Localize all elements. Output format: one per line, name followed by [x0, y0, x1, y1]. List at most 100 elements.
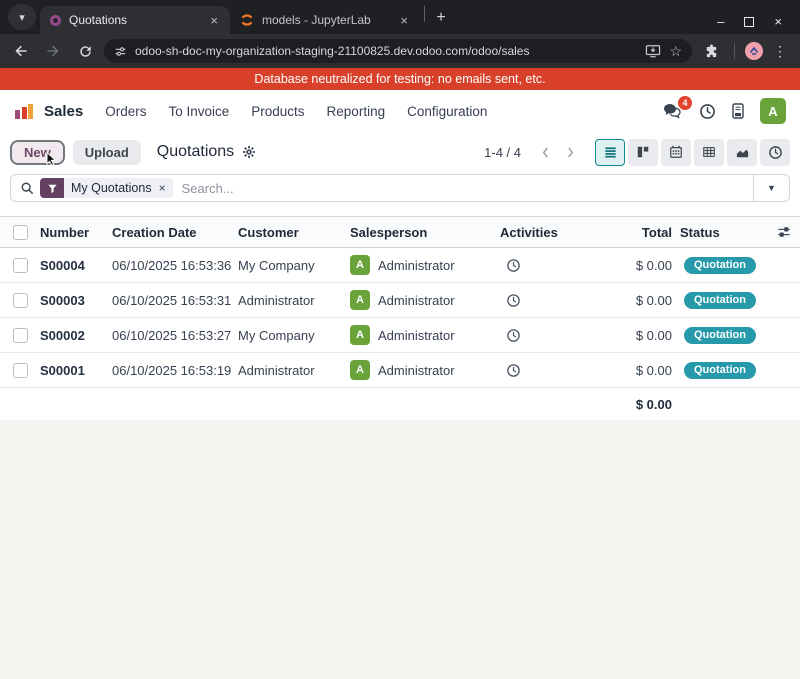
bookmark-star-button[interactable]: ☆ — [669, 43, 682, 60]
column-header-total[interactable]: Total — [572, 225, 672, 240]
facet-label: My Quotations — [71, 181, 152, 195]
cell-customer: Administrator — [238, 363, 350, 378]
clock-icon — [699, 103, 716, 120]
discuss-button[interactable]: 4 — [661, 102, 683, 120]
activities-button[interactable] — [699, 103, 716, 120]
facet-body: My Quotations × — [64, 178, 173, 198]
neutralized-banner[interactable]: Database neutralized for testing: no ema… — [0, 68, 800, 90]
cell-customer: My Company — [238, 328, 350, 343]
search-bar[interactable]: My Quotations × ▼ — [10, 174, 790, 202]
row-checkbox[interactable] — [13, 258, 28, 273]
optional-columns-button[interactable] — [768, 225, 800, 239]
facet-remove-button[interactable]: × — [159, 182, 166, 194]
nav-item-orders[interactable]: Orders — [105, 104, 146, 119]
cell-activities[interactable] — [500, 293, 572, 308]
status-badge: Quotation — [684, 327, 756, 344]
view-switch-graph[interactable] — [727, 139, 757, 166]
site-settings-icon[interactable] — [114, 45, 127, 58]
back-button[interactable] — [8, 38, 34, 64]
view-switch-kanban[interactable] — [628, 139, 658, 166]
cell-number: S00002 — [40, 328, 112, 343]
column-header-customer[interactable]: Customer — [238, 225, 350, 240]
window-minimize-button[interactable]: – — [717, 15, 724, 28]
tab-divider — [424, 6, 425, 22]
browser-tab-quotations[interactable]: Quotations × — [40, 6, 230, 34]
profile-avatar[interactable] — [745, 42, 763, 60]
browser-menu-button[interactable]: ⋮ — [773, 43, 787, 60]
chevron-left-icon — [541, 146, 550, 159]
table-row[interactable]: S00001 06/10/2025 16:53:19 Administrator… — [0, 353, 800, 388]
gear-icon — [242, 145, 256, 159]
new-button[interactable]: New — [10, 140, 65, 165]
pager-next-button[interactable] — [558, 142, 583, 163]
tab-search-button[interactable]: ▾ — [8, 4, 36, 30]
url-bar[interactable]: odoo-sh-doc-my-organization-staging-2110… — [104, 39, 692, 63]
view-switch-list[interactable] — [595, 139, 625, 166]
column-header-number[interactable]: Number — [40, 225, 112, 240]
odoo-navbar: Sales Orders To Invoice Products Reporti… — [0, 90, 800, 132]
cell-activities[interactable] — [500, 258, 572, 273]
window-maximize-button[interactable] — [744, 17, 754, 27]
cell-salesperson: A Administrator — [350, 360, 500, 380]
nav-item-configuration[interactable]: Configuration — [407, 104, 487, 119]
search-input[interactable] — [182, 181, 753, 196]
extensions-button[interactable] — [698, 38, 724, 64]
select-all-checkbox[interactable] — [13, 225, 28, 240]
install-app-button[interactable] — [645, 44, 661, 58]
view-switch-calendar[interactable] — [661, 139, 691, 166]
puzzle-icon — [704, 44, 719, 59]
new-tab-button[interactable]: + — [429, 6, 453, 30]
table-row[interactable]: S00002 06/10/2025 16:53:27 My Company A … — [0, 318, 800, 353]
column-header-status[interactable]: Status — [672, 225, 768, 240]
window-close-button[interactable]: × — [774, 15, 782, 28]
window-controls: – × — [717, 15, 794, 34]
forward-button[interactable] — [40, 38, 66, 64]
mobile-app-button[interactable] — [732, 103, 744, 119]
view-switch-activity[interactable] — [760, 139, 790, 166]
app-name-sales[interactable]: Sales — [44, 103, 83, 120]
nav-item-reporting[interactable]: Reporting — [327, 104, 386, 119]
cell-creation-date: 06/10/2025 16:53:36 — [112, 258, 238, 273]
table-row[interactable]: S00004 06/10/2025 16:53:36 My Company A … — [0, 248, 800, 283]
activity-view-icon — [768, 145, 783, 160]
row-checkbox[interactable] — [13, 293, 28, 308]
nav-item-products[interactable]: Products — [251, 104, 304, 119]
row-checkbox[interactable] — [13, 328, 28, 343]
status-badge: Quotation — [684, 292, 756, 309]
activity-clock-icon — [506, 258, 521, 273]
tab-close-icon[interactable]: × — [208, 13, 220, 28]
tab-title: Quotations — [69, 13, 200, 27]
salesperson-name: Administrator — [378, 328, 455, 343]
search-dropdown-toggle[interactable]: ▼ — [753, 175, 789, 201]
salesperson-name: Administrator — [378, 293, 455, 308]
cell-activities[interactable] — [500, 363, 572, 378]
page-title-breadcrumb[interactable]: Quotations — [157, 143, 234, 161]
chevron-down-icon: ▾ — [19, 11, 25, 24]
column-header-creation-date[interactable]: Creation Date — [112, 225, 238, 240]
list-view-icon — [603, 145, 618, 160]
column-header-salesperson[interactable]: Salesperson — [350, 225, 500, 240]
screen: ▾ Quotations × models - JupyterLab × + –… — [0, 0, 800, 679]
view-actions-button[interactable] — [242, 145, 256, 159]
plus-icon: + — [436, 9, 445, 27]
apps-menu-icon[interactable] — [14, 101, 34, 121]
pager-prev-button[interactable] — [533, 142, 558, 163]
user-avatar[interactable]: A — [760, 98, 786, 124]
reload-button[interactable] — [72, 38, 98, 64]
search-panel: My Quotations × ▼ — [0, 172, 800, 202]
funnel-filter-icon — [40, 178, 64, 198]
column-header-activities[interactable]: Activities — [500, 225, 572, 240]
notification-badge: 4 — [678, 96, 692, 110]
cell-salesperson: A Administrator — [350, 325, 500, 345]
cell-total: $ 0.00 — [572, 258, 672, 273]
cell-activities[interactable] — [500, 328, 572, 343]
table-row[interactable]: S00003 06/10/2025 16:53:31 Administrator… — [0, 283, 800, 318]
row-checkbox[interactable] — [13, 363, 28, 378]
view-switch-pivot[interactable] — [694, 139, 724, 166]
upload-button[interactable]: Upload — [73, 140, 141, 165]
tab-close-icon[interactable]: × — [398, 13, 410, 28]
cell-customer: Administrator — [238, 293, 350, 308]
sliders-icon — [777, 225, 791, 239]
nav-item-to-invoice[interactable]: To Invoice — [168, 104, 229, 119]
browser-tab-jupyterlab[interactable]: models - JupyterLab × — [230, 6, 420, 34]
